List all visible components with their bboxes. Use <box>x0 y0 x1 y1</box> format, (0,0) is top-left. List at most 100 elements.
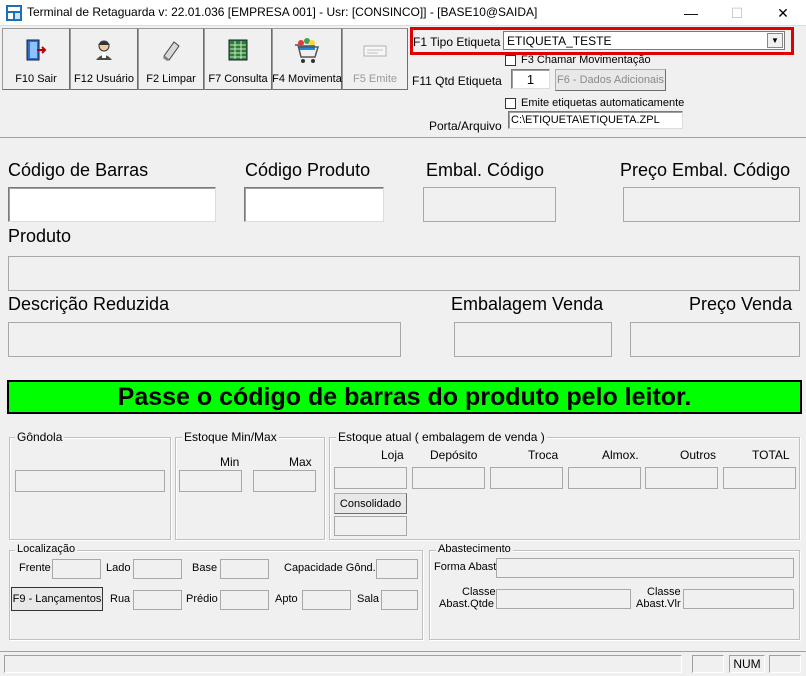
porta-arquivo-label: Porta/Arquivo <box>429 119 502 133</box>
apto-field <box>302 590 351 610</box>
preco-venda-field <box>630 322 800 357</box>
minimize-icon: — <box>684 5 698 21</box>
window-title: Terminal de Retaguarda v: 22.01.036 [EMP… <box>27 5 538 19</box>
total-field <box>723 467 796 489</box>
gondola-field <box>15 470 165 492</box>
title-bar: Terminal de Retaguarda v: 22.01.036 [EMP… <box>0 0 806 26</box>
qtd-etiqueta-label: F11 Qtd Etiqueta <box>412 74 502 88</box>
produto-label: Produto <box>8 226 72 246</box>
status-num: NUM <box>729 655 765 673</box>
classe-vlr-label-2: Abast.Vlr <box>636 598 681 610</box>
predio-field <box>220 590 269 610</box>
shopping-cart-icon <box>293 35 321 65</box>
outros-label: Outros <box>680 448 717 462</box>
almox-label: Almox. <box>602 448 639 462</box>
classe-qtde-field <box>496 589 631 609</box>
base-field <box>220 559 269 579</box>
localizacao-title: Localização <box>15 543 78 555</box>
forma-abast-field <box>496 558 794 578</box>
classe-vlr-field <box>683 589 794 609</box>
loja-label: Loja <box>381 448 404 462</box>
predio-label: Prédio <box>186 593 218 605</box>
deposito-label: Depósito <box>430 448 478 462</box>
capacidade-field <box>376 559 418 579</box>
maximize-icon: ☐ <box>730 4 744 21</box>
base-label: Base <box>192 562 218 574</box>
estoque-atual-title: Estoque atual ( embalagem de venda ) <box>336 430 547 444</box>
rua-label: Rua <box>110 593 131 605</box>
forma-abast-label: Forma Abast <box>434 561 497 573</box>
minimize-button[interactable]: — <box>668 0 714 26</box>
close-button[interactable]: ✕ <box>760 0 806 26</box>
status-caps <box>692 655 724 673</box>
frente-field <box>52 559 101 579</box>
apto-label: Apto <box>275 593 298 605</box>
max-field <box>253 470 316 492</box>
consulta-button[interactable]: F7 Consulta <box>204 28 272 90</box>
status-main <box>4 655 682 673</box>
preco-embal-codigo-field <box>623 187 800 222</box>
codigo-produto-label: Código Produto <box>245 160 371 180</box>
gondola-title: Gôndola <box>15 430 65 444</box>
status-scroll <box>769 655 801 673</box>
preco-venda-label: Preço Venda <box>689 294 793 314</box>
emite-auto-checkbox[interactable] <box>505 98 516 109</box>
emite-auto-label: Emite etiquetas automaticamente <box>521 97 685 109</box>
total-label: TOTAL <box>752 448 790 462</box>
capacidade-label: Capacidade Gônd. <box>284 562 376 574</box>
toolbar: F10 Sair F12 Usuário F2 Limpar F7 Consul… <box>2 28 408 90</box>
codigo-produto-input[interactable] <box>244 187 384 222</box>
lado-field <box>133 559 182 579</box>
eraser-icon <box>157 35 185 65</box>
min-label: Min <box>220 455 240 469</box>
consolidado-field <box>334 516 407 536</box>
codigo-barras-label: Código de Barras <box>8 160 149 180</box>
embalagem-venda-field <box>454 322 612 357</box>
outros-field <box>645 467 718 489</box>
troca-label: Troca <box>528 448 559 462</box>
porta-arquivo-input[interactable]: C:\ETIQUETA\ETIQUETA.ZPL <box>508 111 683 129</box>
min-field <box>179 470 242 492</box>
sair-button[interactable]: F10 Sair <box>2 28 70 90</box>
produto-field <box>8 256 800 291</box>
frente-label: Frente <box>19 562 51 574</box>
chamar-movimentacao-checkbox[interactable] <box>505 55 516 66</box>
classe-qtde-label-2: Abast.Qtde <box>439 598 495 610</box>
loja-field <box>334 467 407 489</box>
estoque-minmax-title: Estoque Min/Max <box>182 430 279 444</box>
preco-embal-codigo-label: Preço Embal. Código <box>620 160 791 180</box>
deposito-field <box>412 467 485 489</box>
embal-codigo-label: Embal. Código <box>426 160 545 180</box>
embalagem-venda-label: Embalagem Venda <box>451 294 604 314</box>
descricao-reduzida-field <box>8 322 401 357</box>
app-icon <box>6 5 22 21</box>
descricao-reduzida-label: Descrição Reduzida <box>8 294 170 314</box>
abastecimento-title: Abastecimento <box>436 543 513 555</box>
label-print-icon <box>361 35 389 65</box>
consolidado-button[interactable]: Consolidado <box>334 493 407 514</box>
spreadsheet-icon <box>224 35 252 65</box>
codigo-barras-input[interactable] <box>8 187 216 222</box>
embal-codigo-field <box>423 187 556 222</box>
movimenta-button[interactable]: F4 Movimenta <box>272 28 342 90</box>
exit-door-icon <box>22 35 50 65</box>
qtd-etiqueta-input[interactable]: 1 <box>511 69 550 89</box>
divider <box>0 137 806 138</box>
close-icon: ✕ <box>777 4 789 21</box>
max-label: Max <box>289 455 312 469</box>
almox-field <box>568 467 641 489</box>
lado-label: Lado <box>106 562 131 574</box>
usuario-button[interactable]: F12 Usuário <box>70 28 138 90</box>
emite-button: F5 Emite <box>342 28 408 90</box>
chamar-movimentacao-label: F3 Chamar Movimentação <box>521 54 651 66</box>
lancamentos-button[interactable]: F9 - Lançamentos <box>11 587 103 611</box>
limpar-button[interactable]: F2 Limpar <box>138 28 204 90</box>
user-icon <box>90 35 118 65</box>
rua-field <box>133 590 182 610</box>
classe-vlr-label-1: Classe <box>647 586 681 598</box>
maximize-button: ☐ <box>714 0 760 26</box>
sala-field <box>381 590 418 610</box>
dados-adicionais-button: F6 - Dados Adicionais <box>555 69 666 91</box>
troca-field <box>490 467 563 489</box>
status-banner: Passe o código de barras do produto pelo… <box>7 380 802 414</box>
